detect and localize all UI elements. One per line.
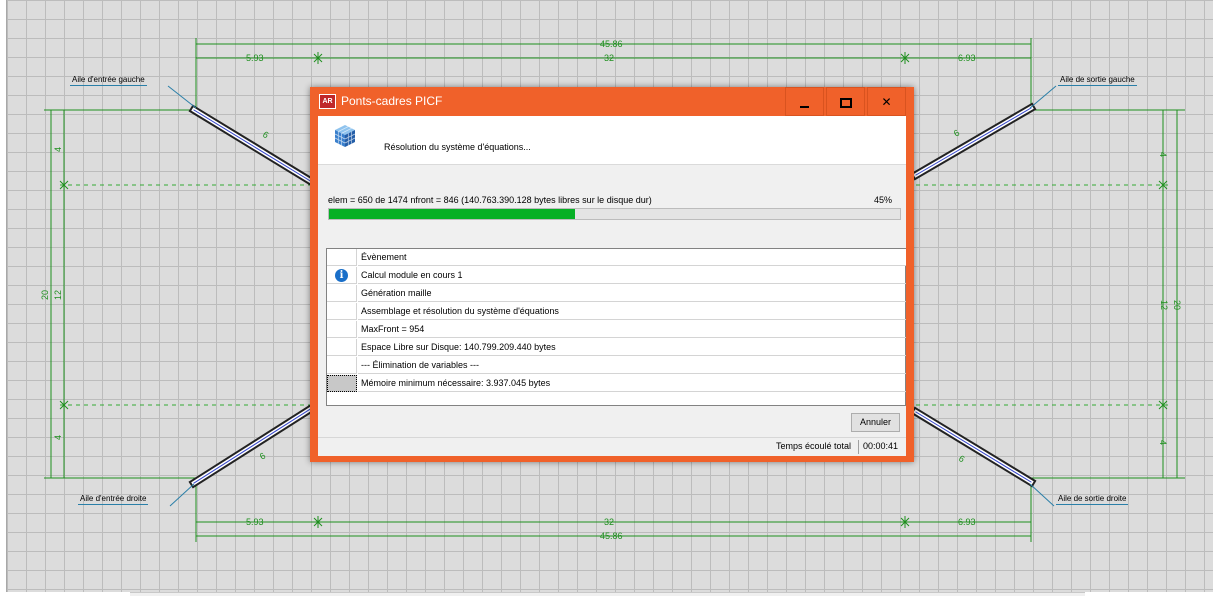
wing-exit-right <box>910 406 1037 488</box>
dim-left-top: 5.93 <box>246 53 264 63</box>
dim-height-left-inner: 12 <box>53 290 63 300</box>
dim-center-bottom: 32 <box>604 517 614 527</box>
event-icon-cell <box>327 303 357 320</box>
event-icon-cell: i <box>327 267 357 284</box>
dialog-client: Résolution du système d'équations... ele… <box>318 116 906 456</box>
event-row-selected[interactable]: Mémoire minimum nécessaire: 3.937.045 by… <box>327 375 906 393</box>
dim-small-right-top: 4 <box>1158 152 1168 157</box>
status-bar: Temps écoulé total 00:00:41 <box>318 437 906 456</box>
dim-right-bottom: 6.93 <box>958 517 976 527</box>
events-header-icon-cell <box>327 249 357 266</box>
wing-entry-left <box>188 104 318 188</box>
dim-height-right-inner: 12 <box>1159 300 1169 310</box>
dim-small-left-top: 4 <box>53 147 63 152</box>
dim-wing-exit-left: 6 <box>952 128 962 139</box>
maximize-icon <box>839 97 852 108</box>
event-icon-cell <box>327 375 357 392</box>
event-text: Mémoire minimum nécessaire: 3.937.045 by… <box>358 375 906 392</box>
event-text: --- Élimination de variables --- <box>358 357 906 374</box>
dim-total-bottom: 45.86 <box>600 531 623 541</box>
dialog-titlebar[interactable]: AR Ponts-cadres PICF ✕ <box>310 87 914 116</box>
status-label: Temps écoulé total <box>776 441 852 451</box>
app-icon: AR <box>319 94 336 109</box>
dialog-title: Ponts-cadres PICF <box>341 94 443 108</box>
dim-wing-entry-right: 6 <box>258 451 268 462</box>
label-entry-right: Aile d'entrée droite <box>78 494 149 505</box>
dim-wing-entry-left: 6 <box>261 129 271 140</box>
events-header: Évènement <box>358 249 906 266</box>
header-message: Résolution du système d'équations... <box>384 142 531 152</box>
dim-height-left-outer: 20 <box>40 290 50 300</box>
event-row[interactable]: --- Élimination de variables --- <box>327 357 906 375</box>
status-separator <box>858 440 859 454</box>
event-row[interactable]: MaxFront = 954 <box>327 321 906 339</box>
cancel-button[interactable]: Annuler <box>851 413 900 432</box>
progress-bar <box>328 208 901 220</box>
progress-label: elem = 650 de 1474 nfront = 846 (140.763… <box>328 195 652 205</box>
close-icon: ✕ <box>881 95 892 109</box>
info-icon: i <box>335 269 348 282</box>
dim-small-right-bottom: 4 <box>1158 440 1168 445</box>
event-row[interactable]: Génération maille <box>327 285 906 303</box>
dim-center-top: 32 <box>604 53 614 63</box>
dim-total-top: 45.86 <box>600 39 623 49</box>
label-entry-left: Aile d'entrée gauche <box>70 75 147 86</box>
dialog-header: Résolution du système d'équations... <box>318 116 906 165</box>
dim-height-right-outer: 20 <box>1172 300 1182 310</box>
event-text: Génération maille <box>358 285 906 302</box>
wing-entry-right <box>188 402 318 489</box>
event-icon-cell <box>327 321 357 338</box>
event-text: Calcul module en cours 1 <box>358 267 906 284</box>
cube-icon <box>334 125 356 147</box>
dim-left-bottom: 5.93 <box>246 517 264 527</box>
progress-percent: 45% <box>873 195 892 205</box>
horizontal-scrollbar[interactable] <box>130 592 1085 596</box>
dim-right-top: 6.93 <box>958 53 976 63</box>
wing-exit-left <box>910 102 1037 181</box>
dim-wing-exit-right: 6 <box>957 453 967 464</box>
maximize-button[interactable] <box>826 87 865 116</box>
events-header-row[interactable]: Évènement <box>327 249 906 267</box>
progress-bar-fill <box>329 209 575 219</box>
minimize-icon <box>800 105 809 108</box>
event-text: Assemblage et résolution du système d'éq… <box>358 303 906 320</box>
elapsed-time: 00:00:41 <box>863 441 899 451</box>
event-text: Espace Libre sur Disque: 140.799.209.440… <box>358 339 906 356</box>
event-icon-cell <box>327 339 357 356</box>
event-row[interactable]: Espace Libre sur Disque: 140.799.209.440… <box>327 339 906 357</box>
minimize-button[interactable] <box>785 87 824 116</box>
label-exit-left: Aile de sortie gauche <box>1058 75 1137 86</box>
progress-dialog: AR Ponts-cadres PICF ✕ Résolution du sys… <box>310 87 914 462</box>
event-row[interactable]: Assemblage et résolution du système d'éq… <box>327 303 906 321</box>
close-button[interactable]: ✕ <box>867 87 906 116</box>
dim-small-left-bottom: 4 <box>53 435 63 440</box>
event-text: MaxFront = 954 <box>358 321 906 338</box>
event-icon-cell <box>327 357 357 374</box>
label-exit-right: Aile de sortie droite <box>1056 494 1129 505</box>
events-list[interactable]: Évènement i Calcul module en cours 1 Gén… <box>326 248 906 406</box>
event-row[interactable]: i Calcul module en cours 1 <box>327 267 906 285</box>
event-icon-cell <box>327 285 357 302</box>
